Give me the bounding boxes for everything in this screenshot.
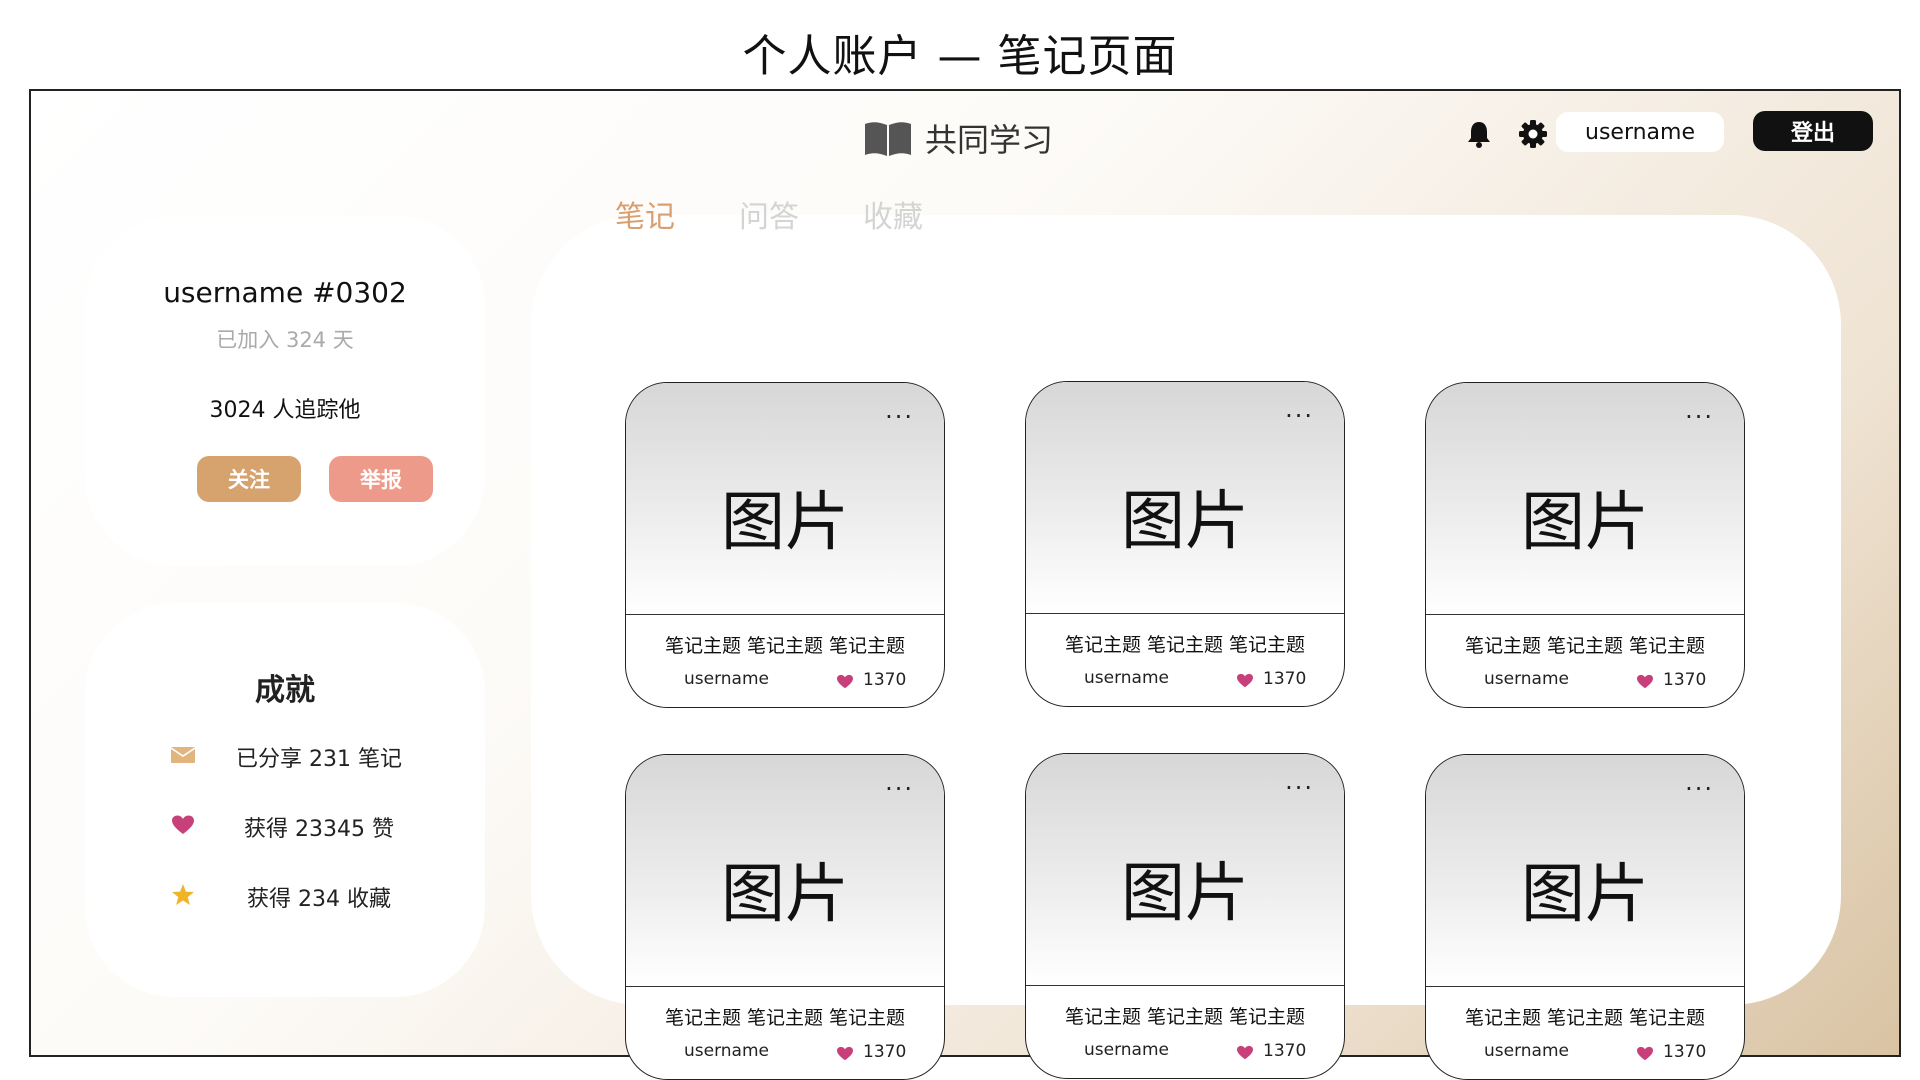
note-title: 笔记主题 笔记主题 笔记主题 [1464,635,1706,657]
note-author[interactable]: username [1484,669,1569,689]
achievement-text: 获得 23345 赞 [244,817,394,842]
image-placeholder-label: 图片 [721,486,849,560]
more-options-icon[interactable]: ··· [885,403,914,431]
tab-qa[interactable]: 问答 [739,192,799,236]
follow-button[interactable]: 关注 [197,456,301,502]
note-title: 笔记主题 笔记主题 笔记主题 [1064,634,1306,656]
note-title: 笔记主题 笔记主题 笔记主题 [664,1007,906,1029]
note-title: 笔记主题 笔记主题 笔记主题 [1064,1006,1306,1028]
note-card[interactable]: ··· 图片 笔记主题 笔记主题 笔记主题 username 1370 [625,754,945,1080]
achievements-card: 成就 已分享 231 笔记 获得 23345 赞 获得 234 收藏 [85,603,485,997]
tab-bar: 笔记 问答 收藏 [615,192,923,236]
achievements-title: 成就 [255,673,315,708]
note-card[interactable]: ··· 图片 笔记主题 笔记主题 笔记主题 username 1370 [1025,381,1345,707]
profile-followers: 3024 人追踪他 [209,398,361,423]
note-author[interactable]: username [1484,1041,1569,1061]
brand[interactable]: 共同学习 [863,115,1053,161]
note-like-count: 1370 [1263,1041,1307,1061]
more-options-icon[interactable]: ··· [885,775,914,803]
username-field[interactable]: username [1556,112,1724,152]
heart-icon[interactable] [1636,673,1654,689]
more-options-icon[interactable]: ··· [1285,774,1314,802]
achievement-text: 已分享 231 笔记 [236,747,402,772]
more-options-icon[interactable]: ··· [1685,775,1714,803]
brand-name: 共同学习 [925,121,1054,159]
bell-icon[interactable] [1464,119,1494,149]
heart-icon[interactable] [836,673,854,689]
note-author[interactable]: username [1084,1040,1169,1060]
note-like-count: 1370 [1263,669,1307,689]
image-placeholder-label: 图片 [1121,485,1249,559]
image-placeholder-label: 图片 [721,858,849,932]
heart-icon[interactable] [1236,1044,1254,1060]
heart-icon[interactable] [836,1045,854,1061]
note-image: ··· 图片 [626,755,944,987]
note-image: ··· 图片 [1026,382,1344,614]
image-placeholder-label: 图片 [1121,857,1249,931]
achievement-item: 获得 23345 赞 [85,808,485,842]
note-image: ··· 图片 [626,383,944,615]
achievement-text: 获得 234 收藏 [247,887,391,912]
note-card[interactable]: ··· 图片 笔记主题 笔记主题 笔记主题 username 1370 [1025,753,1345,1079]
page-title: 个人账户 — 笔记页面 [742,31,1178,82]
note-card[interactable]: ··· 图片 笔记主题 笔记主题 笔记主题 username 1370 [625,382,945,708]
note-author[interactable]: username [684,1041,769,1061]
image-placeholder-label: 图片 [1521,858,1649,932]
note-author[interactable]: username [1084,668,1169,688]
image-placeholder-label: 图片 [1521,486,1649,560]
achievement-item: 已分享 231 笔记 [85,738,485,772]
profile-joined: 已加入 324 天 [216,328,354,352]
note-title: 笔记主题 笔记主题 笔记主题 [1464,1007,1706,1029]
star-icon [171,883,195,907]
note-image: ··· 图片 [1026,754,1344,986]
tab-notes[interactable]: 笔记 [615,192,675,236]
note-author[interactable]: username [684,669,769,689]
note-like-count: 1370 [863,1042,907,1062]
note-title: 笔记主题 笔记主题 笔记主题 [664,635,906,657]
note-image: ··· 图片 [1426,755,1744,987]
profile-card: username #0302 已加入 324 天 3024 人追踪他 关注 举报 [85,216,485,566]
report-button[interactable]: 举报 [329,456,433,502]
envelope-icon [170,743,196,767]
logout-button[interactable]: 登出 [1753,111,1873,151]
note-like-count: 1370 [863,670,907,690]
note-card[interactable]: ··· 图片 笔记主题 笔记主题 笔记主题 username 1370 [1425,382,1745,708]
note-like-count: 1370 [1663,670,1707,690]
note-card[interactable]: ··· 图片 笔记主题 笔记主题 笔记主题 username 1370 [1425,754,1745,1080]
open-book-icon [863,118,913,158]
heart-icon[interactable] [1236,672,1254,688]
note-image: ··· 图片 [1426,383,1744,615]
tab-favorites[interactable]: 收藏 [863,192,923,236]
heart-icon [171,813,195,837]
heart-icon[interactable] [1636,1045,1654,1061]
gear-icon[interactable] [1518,119,1548,149]
more-options-icon[interactable]: ··· [1285,402,1314,430]
achievement-item: 获得 234 收藏 [85,878,485,912]
note-like-count: 1370 [1663,1042,1707,1062]
more-options-icon[interactable]: ··· [1685,403,1714,431]
profile-name: username #0302 [163,276,407,309]
